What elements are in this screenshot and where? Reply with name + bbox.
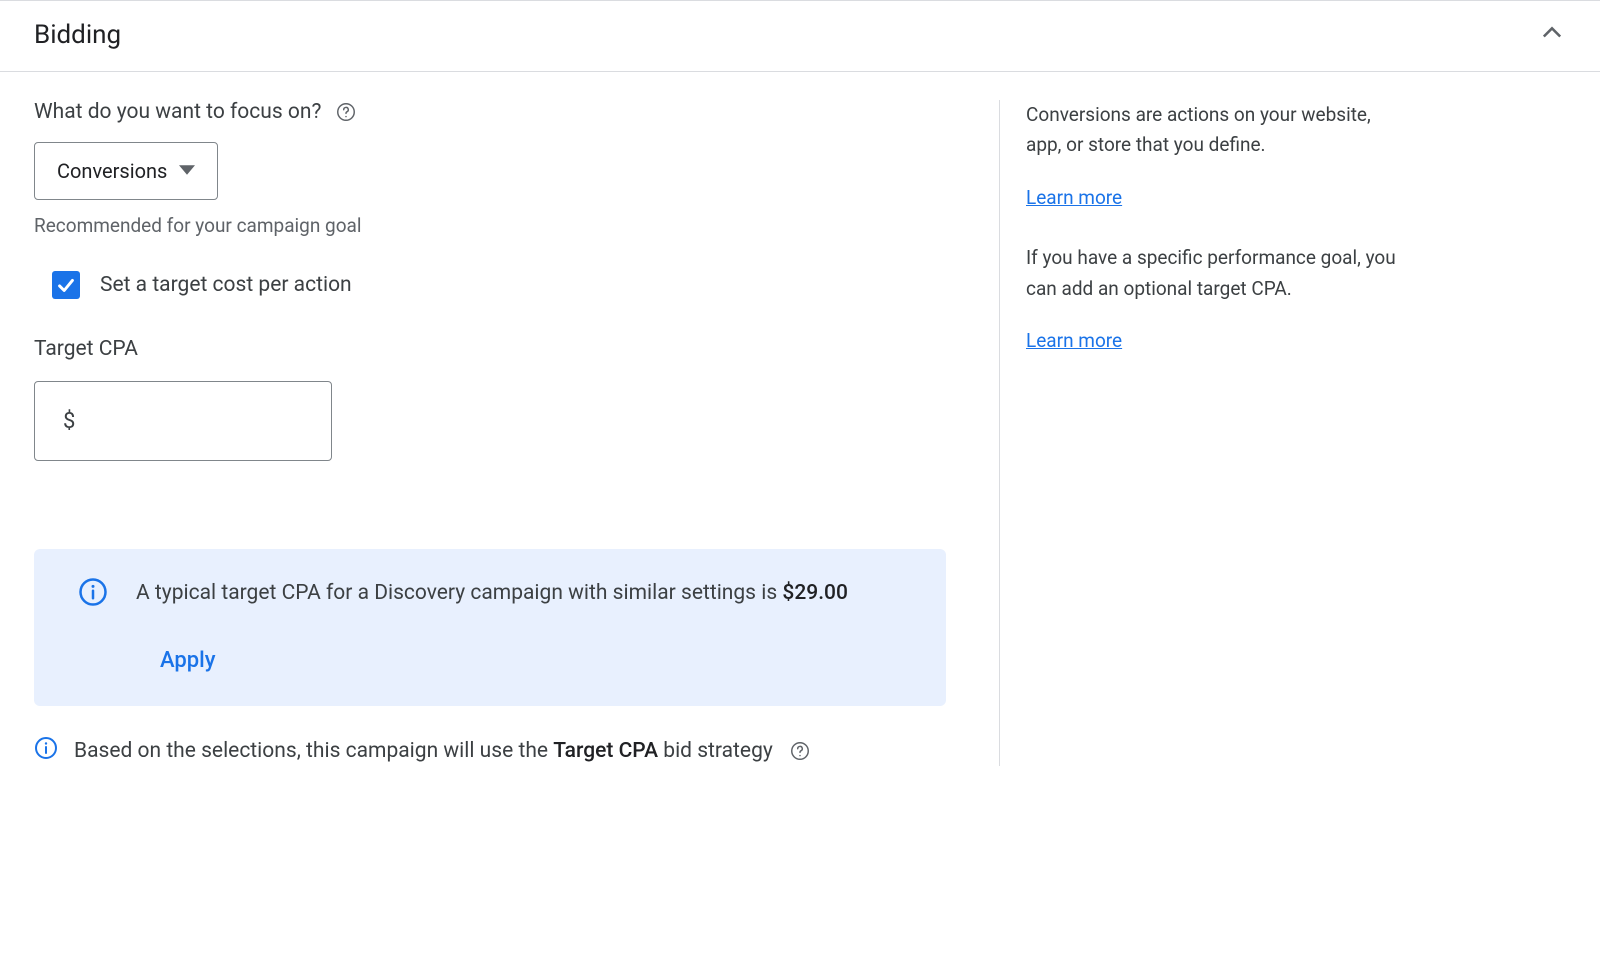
target-cpa-checkbox-label: Set a target cost per action: [100, 273, 352, 297]
right-sidebar: Conversions are actions on your website,…: [999, 100, 1399, 766]
suggestion-info-box: A typical target CPA for a Discovery cam…: [34, 549, 946, 706]
focus-question-row: What do you want to focus on?: [34, 100, 979, 124]
bidding-panel: Bidding What do you want to focus on? Co…: [0, 0, 1600, 766]
help-icon[interactable]: [335, 101, 357, 123]
suggestion-text: A typical target CPA for a Discovery cam…: [136, 577, 910, 678]
focus-dropdown-value: Conversions: [57, 159, 167, 183]
panel-body: What do you want to focus on? Conversion…: [0, 72, 1600, 766]
learn-more-link-2[interactable]: Learn more: [1026, 326, 1122, 356]
panel-title: Bidding: [34, 20, 121, 50]
strategy-summary-row: Based on the selections, this campaign w…: [34, 736, 979, 766]
info-icon: [34, 736, 58, 766]
info-icon: [78, 577, 108, 678]
left-column: What do you want to focus on? Conversion…: [34, 100, 979, 766]
focus-dropdown[interactable]: Conversions: [34, 142, 218, 200]
focus-helper-text: Recommended for your campaign goal: [34, 214, 979, 237]
apply-button[interactable]: Apply: [160, 644, 216, 678]
target-cpa-checkbox-row: Set a target cost per action: [52, 271, 979, 299]
collapse-icon[interactable]: [1538, 19, 1566, 51]
target-cpa-label: Target CPA: [34, 337, 979, 361]
sidebar-para-2: If you have a specific performance goal,…: [1026, 243, 1399, 304]
target-cpa-input-wrapper[interactable]: $: [34, 381, 332, 461]
learn-more-link-1[interactable]: Learn more: [1026, 183, 1122, 213]
target-cpa-checkbox[interactable]: [52, 271, 80, 299]
suggestion-amount: $29.00: [782, 581, 848, 605]
help-icon[interactable]: [789, 740, 811, 762]
caret-down-icon: [179, 159, 195, 183]
sidebar-para-1: Conversions are actions on your website,…: [1026, 100, 1399, 161]
suggestion-prefix: A typical target CPA for a Discovery cam…: [136, 581, 782, 605]
currency-symbol: $: [63, 409, 75, 434]
strategy-summary-text: Based on the selections, this campaign w…: [74, 739, 773, 763]
focus-question-label: What do you want to focus on?: [34, 100, 321, 124]
target-cpa-input[interactable]: [81, 409, 303, 434]
panel-header: Bidding: [0, 1, 1600, 72]
